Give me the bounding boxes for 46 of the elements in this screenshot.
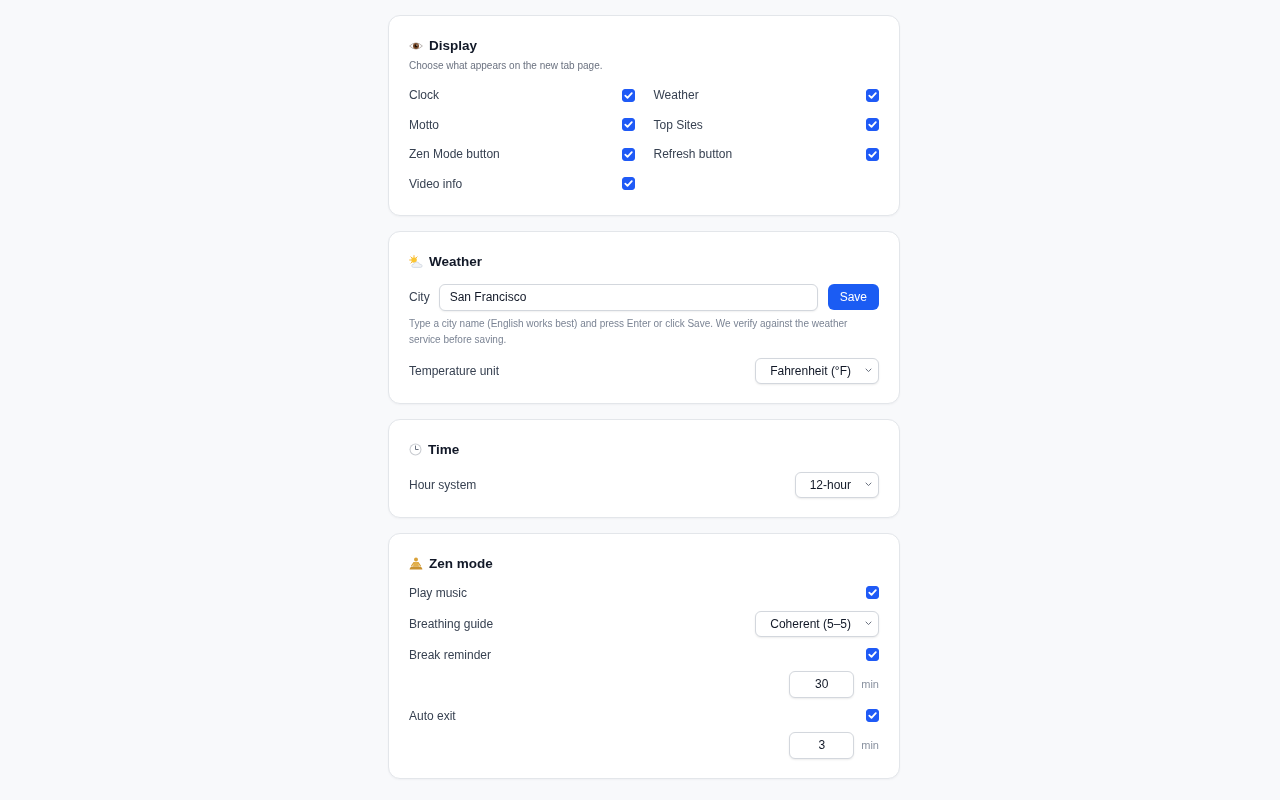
field-label: Temperature unit	[409, 362, 500, 379]
save-button[interactable]: Save	[827, 284, 879, 310]
field-label: Breathing guide	[409, 615, 494, 632]
minutes-input[interactable]: 30	[789, 670, 855, 698]
option-label: Zen Mode button	[409, 146, 500, 162]
checkbox[interactable]	[621, 118, 635, 131]
meditating-person-icon	[409, 557, 423, 570]
chevron-down-icon	[865, 621, 872, 626]
checkbox[interactable]	[866, 88, 879, 102]
checkbox[interactable]	[621, 147, 635, 161]
clock-icon	[409, 443, 422, 456]
section-title: Display	[429, 37, 478, 55]
option-label: Top Sites	[653, 116, 703, 133]
option-label: Clock	[409, 87, 439, 103]
option-label: Motto	[409, 116, 439, 133]
sun-behind-cloud-icon	[409, 255, 423, 268]
checkbox[interactable]	[866, 586, 879, 599]
section-title: Zen mode	[429, 554, 493, 573]
section-title: Weather	[429, 252, 483, 271]
minutes-input[interactable]: 3	[789, 731, 855, 759]
option-label: Play music	[409, 584, 467, 601]
unit-label: min	[861, 677, 879, 692]
option-label: Auto exit	[409, 707, 456, 724]
field-label: Hour system	[409, 476, 477, 493]
city-input[interactable]: San Francisco	[438, 283, 818, 311]
option-label: Break reminder	[409, 646, 492, 663]
unit-label: min	[861, 738, 879, 753]
help-text: Type a city name (English works best) and press Enter or click Save. We verify against the weather service before saving.	[409, 316, 849, 347]
checkbox[interactable]	[621, 88, 635, 102]
option-label: Video info	[409, 175, 463, 192]
checkbox[interactable]	[621, 177, 635, 190]
checkbox[interactable]	[866, 648, 879, 661]
section-title: Time	[428, 440, 460, 459]
eye-icon	[409, 41, 423, 51]
chevron-down-icon	[865, 482, 872, 487]
field-label: City	[409, 289, 430, 305]
checkbox[interactable]	[866, 118, 879, 131]
option-label: Refresh button	[653, 146, 733, 162]
hour-system-dropdown[interactable]: 12-hour	[794, 471, 879, 498]
breathing-guide-dropdown[interactable]: Coherent (5–5)	[755, 610, 879, 637]
checkbox[interactable]	[866, 709, 879, 722]
checkbox[interactable]	[866, 147, 879, 161]
section-subtitle: Choose what appears on the new tab page.	[409, 59, 604, 73]
option-label: Weather	[653, 87, 699, 103]
temperature-unit-dropdown[interactable]: Fahrenheit (°F)	[755, 357, 879, 384]
chevron-down-icon	[865, 368, 872, 373]
